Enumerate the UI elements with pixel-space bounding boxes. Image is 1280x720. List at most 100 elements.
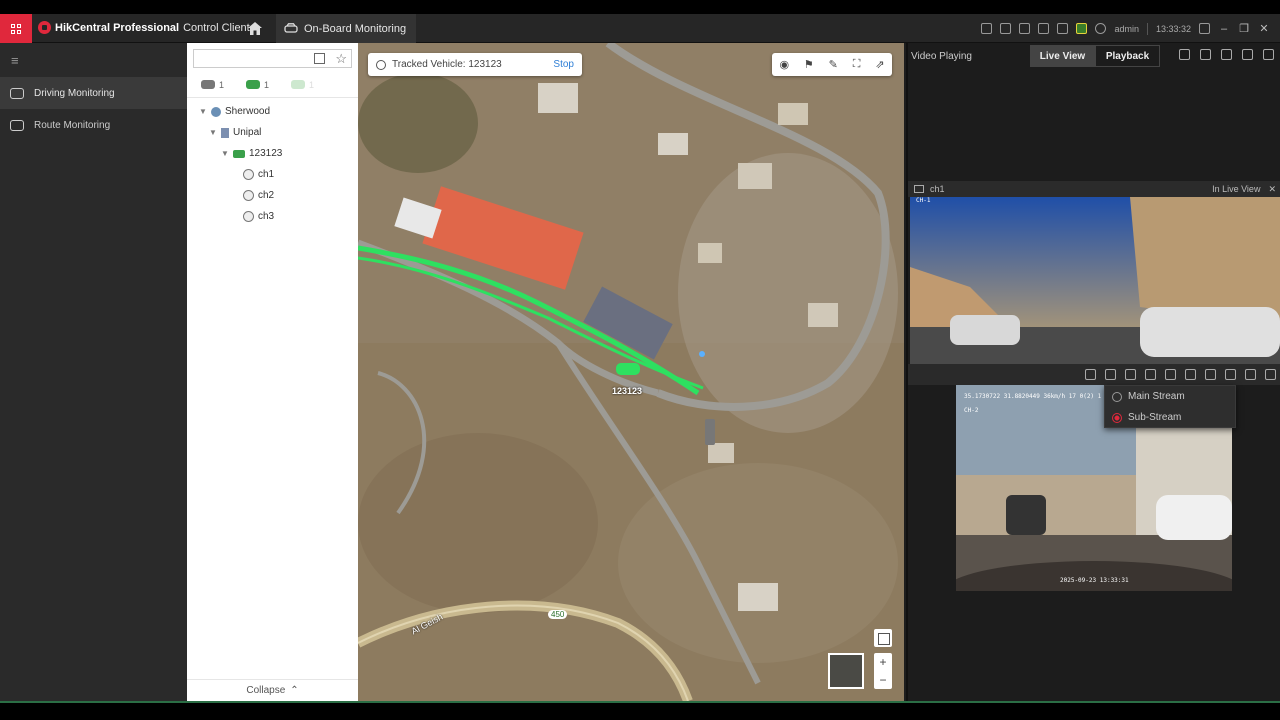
eye-icon[interactable]: ◉ [779, 58, 789, 71]
tree-node-unipal[interactable]: ▼ Unipal [187, 122, 358, 143]
tree-node-ch2[interactable]: ch2 [187, 185, 358, 206]
restore-icon[interactable]: ❐ [1238, 22, 1250, 35]
home-icon[interactable] [248, 22, 262, 35]
filter-online-vehicles[interactable]: 1 [246, 80, 269, 90]
collapse-button[interactable]: Collapse ⌃ [187, 679, 358, 701]
panel-collapse-handle[interactable] [705, 419, 715, 445]
camera-icon [243, 190, 254, 201]
filter-offline-vehicles[interactable]: 1 [291, 80, 314, 90]
fullscreen-icon[interactable] [1221, 49, 1232, 60]
tree-node-sherwood[interactable]: ▼ Sherwood [187, 101, 358, 122]
filter-count: 1 [264, 79, 270, 90]
close-icon[interactable]: ✕ [1258, 22, 1270, 35]
folder-icon[interactable] [1038, 23, 1050, 34]
monitor-icon[interactable] [1000, 23, 1012, 34]
video-playing-label: Video Playing [911, 50, 972, 62]
fullscreen-icon[interactable]: ⛶ [853, 58, 861, 71]
chevron-down-icon[interactable]: ▼ [209, 128, 217, 137]
filter-all-vehicles[interactable]: 1 [201, 80, 224, 90]
lock-icon[interactable] [1199, 23, 1210, 34]
stream-switch-icon[interactable] [1125, 369, 1136, 380]
tree-node-vehicle[interactable]: ▼ 123123 [187, 143, 358, 164]
zoom-in-button[interactable]: + [879, 655, 886, 669]
person-icon[interactable] [1245, 369, 1256, 380]
flag-icon[interactable]: ⚑ [804, 58, 814, 71]
live-view-button[interactable]: Live View [1030, 45, 1095, 67]
search-input[interactable]: ☆ [193, 49, 352, 68]
instant-playback-icon[interactable] [1185, 369, 1196, 380]
apps-grid-button[interactable] [0, 14, 32, 43]
road-number-badge: 450 [548, 610, 568, 619]
close-icon[interactable] [1263, 49, 1274, 60]
alarm-icon[interactable] [1057, 23, 1069, 34]
snapshot-icon[interactable] [1085, 369, 1096, 380]
external-icon[interactable] [1242, 49, 1253, 60]
wrench-icon[interactable] [981, 23, 993, 34]
tree-node-label: Sherwood [225, 106, 271, 117]
pencil-icon[interactable]: ✎ [829, 58, 838, 71]
help-icon[interactable] [1095, 23, 1107, 34]
zoom-control: + − [874, 653, 892, 689]
transfer-icon[interactable] [1019, 23, 1031, 34]
external-icon[interactable]: ⇗ [875, 58, 884, 71]
route-icon [10, 119, 24, 131]
close-icon[interactable]: ✕ [1268, 184, 1276, 195]
filter-count: 1 [309, 79, 315, 90]
record-icon[interactable] [1145, 369, 1156, 380]
tab-on-board-monitoring[interactable]: On-Board Monitoring [276, 14, 416, 43]
username[interactable]: admin [1114, 24, 1139, 34]
letterbox-bottom [0, 703, 1280, 720]
tree-node-ch1[interactable]: ch1 [187, 164, 358, 185]
live-status: In Live View [1212, 183, 1261, 194]
map-view[interactable]: 123123 Al Geish 450 Tracked Vehicle: 123… [358, 43, 904, 701]
map-type-thumbnail[interactable] [828, 653, 864, 689]
tracked-vehicle-bar: Tracked Vehicle: 123123 Stop [368, 53, 582, 76]
video-frame-ch1 [910, 197, 1280, 364]
favorite-star-icon[interactable]: ☆ [335, 51, 347, 66]
map-vehicle-label[interactable]: 123123 [612, 386, 642, 396]
building-icon [221, 127, 229, 138]
playback-button[interactable]: Playback [1095, 45, 1160, 67]
menu-item-label: Main Stream [1128, 391, 1185, 402]
tree-node-ch3[interactable]: ch3 [187, 206, 358, 227]
filter-count: 1 [219, 79, 225, 90]
online-vehicle-icon [246, 80, 261, 89]
tree-node-label: ch1 [258, 169, 275, 180]
nav-label: Route Monitoring [34, 119, 111, 131]
stop-tracking-link[interactable]: Stop [553, 59, 574, 70]
stream-type-menu: Main Stream Sub-Stream [1104, 385, 1236, 428]
menu-icon[interactable]: ≡ [0, 43, 187, 77]
picture-icon[interactable] [1179, 49, 1190, 60]
video-ch1[interactable]: CH-1 [910, 197, 1280, 364]
title-bar: HikCentral Professional Control Client O… [0, 14, 1280, 43]
layer-icon[interactable] [874, 629, 892, 647]
tree-node-label: ch2 [258, 190, 275, 201]
event-icon[interactable] [1076, 23, 1088, 34]
search-icon[interactable] [314, 53, 325, 64]
hik-logo-icon [38, 21, 51, 34]
shield-icon[interactable] [1265, 369, 1276, 380]
export-icon[interactable] [1205, 369, 1216, 380]
left-nav: ≡ Driving Monitoring Route Monitoring [0, 43, 187, 701]
layout-icon[interactable] [1200, 49, 1211, 60]
osd-channel-label: CH-2 [964, 407, 979, 414]
target-icon [376, 59, 386, 70]
osd-timestamp: 2025-09-23 13:33:31 [1060, 577, 1129, 584]
video-window-title: ch1 [930, 184, 945, 194]
menu-item-main-stream[interactable]: Main Stream [1105, 386, 1235, 407]
tree-node-label: Unipal [233, 127, 262, 138]
separator [1146, 22, 1148, 35]
minimize-icon[interactable]: – [1218, 23, 1230, 35]
chevron-down-icon[interactable]: ▼ [221, 149, 229, 158]
ptz-icon[interactable] [1165, 369, 1176, 380]
chevron-down-icon[interactable]: ▼ [199, 107, 207, 116]
menu-item-sub-stream[interactable]: Sub-Stream [1105, 407, 1235, 428]
video-control-bar [908, 364, 1280, 385]
digital-zoom-icon[interactable] [1105, 369, 1116, 380]
nav-item-driving-monitoring[interactable]: Driving Monitoring [0, 77, 187, 109]
microphone-icon[interactable] [1225, 369, 1236, 380]
nav-item-route-monitoring[interactable]: Route Monitoring [0, 109, 187, 141]
vehicle-icon [233, 149, 245, 158]
menu-item-label: Sub-Stream [1128, 412, 1182, 423]
zoom-out-button[interactable]: − [879, 673, 886, 687]
